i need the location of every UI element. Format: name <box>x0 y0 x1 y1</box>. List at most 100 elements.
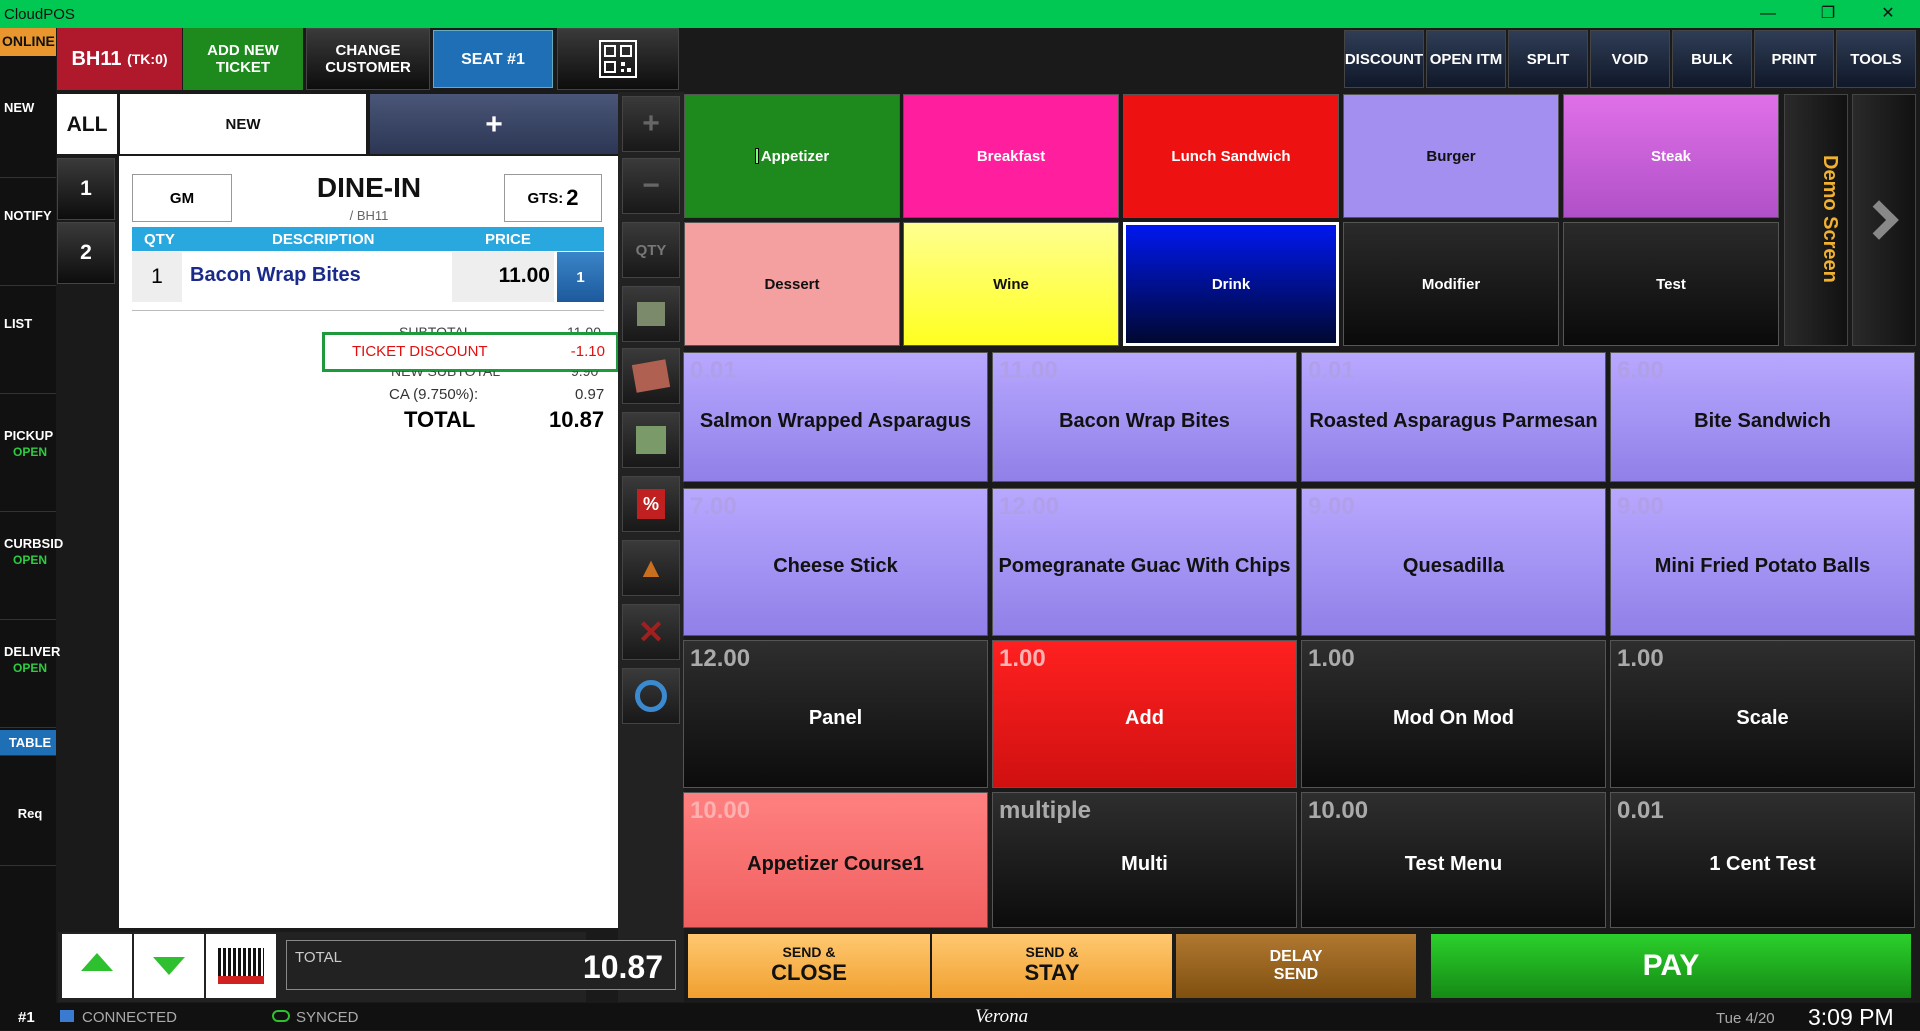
sidebar-item-req[interactable]: Req <box>0 776 56 866</box>
menu-item-bacon-wrap-bites[interactable]: 11.00 Bacon Wrap Bites <box>992 352 1297 482</box>
ticket-line-item[interactable]: 1 Bacon Wrap Bites 11.00 1 <box>132 252 604 302</box>
add-new-ticket-button[interactable]: ADD NEW TICKET <box>183 28 303 90</box>
close-window-button[interactable]: ✕ <box>1868 2 1908 26</box>
delay-send-bottom: SEND <box>1273 966 1319 983</box>
category-modifier[interactable]: Modifier <box>1343 222 1559 346</box>
sidebar-item-label: NOTIFY <box>4 208 52 223</box>
memo-button[interactable] <box>622 348 680 404</box>
tab-all[interactable]: ALL <box>57 94 117 154</box>
guests-button[interactable]: GTS: 2 <box>504 174 602 222</box>
menu-item-panel[interactable]: 12.00 Panel <box>683 640 988 788</box>
next-page-button[interactable] <box>1852 94 1916 346</box>
sidebar-item-table[interactable]: TABLE <box>0 730 56 756</box>
menu-item-test-menu[interactable]: 10.00 Test Menu <box>1301 792 1606 928</box>
scroll-down-button[interactable] <box>134 934 204 998</box>
category-dessert[interactable]: Dessert <box>684 222 900 346</box>
line-seat-badge[interactable]: 1 <box>557 252 604 302</box>
menu-item-multi[interactable]: multiple Multi <box>992 792 1297 928</box>
menu-item-quesadilla[interactable]: 9.00 Quesadilla <box>1301 488 1606 636</box>
sidebar-item-notify[interactable]: NOTIFY <box>0 208 56 286</box>
add-tab-button[interactable]: + <box>370 94 618 154</box>
scroll-up-button[interactable] <box>62 934 132 998</box>
order-type[interactable]: DINE-IN <box>269 172 469 204</box>
menu-item-name: Bacon Wrap Bites <box>1059 410 1230 432</box>
footer-total-label: TOTAL <box>295 949 342 966</box>
sidebar-item-pickup[interactable]: PICKUP OPEN <box>0 416 56 512</box>
menu-item-price: 1.00 <box>1617 645 1664 672</box>
refresh-button[interactable] <box>622 668 680 724</box>
category-test[interactable]: Test <box>1563 222 1779 346</box>
sidebar-item-delivery[interactable]: DELIVER OPEN <box>0 632 60 728</box>
server-button[interactable]: GM <box>132 174 232 222</box>
menu-item-bite-sandwich[interactable]: 6.00 Bite Sandwich <box>1610 352 1915 482</box>
menu-item-mod-on-mod[interactable]: 1.00 Mod On Mod <box>1301 640 1606 788</box>
column-price: PRICE <box>485 231 531 248</box>
send-close-button[interactable]: SEND & CLOSE <box>688 934 930 998</box>
footer-total-box: TOTAL 10.87 <box>286 940 676 990</box>
category-wine[interactable]: Wine <box>903 222 1119 346</box>
barcode-button[interactable] <box>206 934 276 998</box>
money-note-button[interactable] <box>622 412 680 468</box>
menu-item-pomegranate-guac-with-chips[interactable]: 12.00 Pomegranate Guac With Chips <box>992 488 1297 636</box>
category-drink[interactable]: Drink <box>1123 222 1339 346</box>
menu-item-scale[interactable]: 1.00 Scale <box>1610 640 1915 788</box>
restore-button[interactable]: ❐ <box>1808 2 1848 26</box>
sidebar-item-curbside[interactable]: CURBSID OPEN <box>0 524 63 620</box>
menu-item-salmon-wrapped-asparagus[interactable]: 0.01 Salmon Wrapped Asparagus <box>683 352 988 482</box>
qty-button[interactable]: QTY <box>622 222 680 278</box>
menu-item-price: 12.00 <box>690 645 751 672</box>
delay-send-button[interactable]: DELAY SEND <box>1176 934 1416 998</box>
sidebar-item-new[interactable]: NEW <box>0 100 56 178</box>
menu-item-add[interactable]: 1.00 Add <box>992 640 1297 788</box>
category-lunch-sandwich[interactable]: Lunch Sandwich <box>1123 94 1339 218</box>
gift-button[interactable] <box>622 286 680 342</box>
percent-off-button[interactable]: % <box>622 476 680 532</box>
menu-item-price: 1.00 <box>1308 645 1355 672</box>
category-steak[interactable]: Steak <box>1563 94 1779 218</box>
menu-item-appetizer-course1[interactable]: 10.00 Appetizer Course1 <box>683 792 988 928</box>
fire-button[interactable]: ▲ <box>622 540 680 596</box>
store-name: Verona <box>975 1006 1029 1027</box>
seat-button[interactable]: SEAT #1 <box>433 30 553 88</box>
menu-item-1-cent-test[interactable]: 0.01 1 Cent Test <box>1610 792 1915 928</box>
category-burger[interactable]: Burger <box>1343 94 1559 218</box>
demo-screen-button[interactable]: Demo Screen <box>1784 94 1848 346</box>
pay-button[interactable]: PAY <box>1431 934 1911 998</box>
tab-new[interactable]: NEW <box>120 94 366 154</box>
seat-2-button[interactable]: 2 <box>57 222 115 284</box>
open-item-button[interactable]: OPEN ITM <box>1426 30 1506 88</box>
sidebar-item-list[interactable]: LIST <box>0 316 56 394</box>
change-customer-button[interactable]: CHANGE CUSTOMER <box>306 28 430 90</box>
menu-item-price: 7.00 <box>690 493 737 520</box>
qr-code-button[interactable] <box>557 28 679 90</box>
ticket-id-button[interactable]: BH11 (TK:0) <box>57 28 182 90</box>
percent-off-icon: % <box>637 489 665 519</box>
menu-item-roasted-asparagus-parmesan[interactable]: 0.01 Roasted Asparagus Parmesan <box>1301 352 1606 482</box>
send-stay-button[interactable]: SEND & STAY <box>932 934 1172 998</box>
menu-item-name: Salmon Wrapped Asparagus <box>699 410 972 432</box>
sidebar-item-status: OPEN <box>12 661 47 675</box>
menu-item-price: 9.00 <box>1308 493 1355 520</box>
line-qty: 1 <box>132 252 182 302</box>
increase-qty-button[interactable]: + <box>622 96 680 152</box>
decrease-qty-button[interactable]: − <box>622 158 680 214</box>
category-breakfast[interactable]: Breakfast <box>903 94 1119 218</box>
bulk-button[interactable]: BULK <box>1672 30 1752 88</box>
discount-button[interactable]: DISCOUNT <box>1344 30 1424 88</box>
menu-item-cheese-stick[interactable]: 7.00 Cheese Stick <box>683 488 988 636</box>
ticket-discount-row[interactable]: TICKET DISCOUNT -1.10 <box>322 332 619 372</box>
ticket-table-header: QTY DESCRIPTION PRICE <box>132 227 604 251</box>
menu-item-name: Quesadilla <box>1402 555 1505 577</box>
order-subtitle: / BH11 <box>349 208 389 223</box>
split-button[interactable]: SPLIT <box>1508 30 1588 88</box>
print-button[interactable]: PRINT <box>1754 30 1834 88</box>
plus-icon: + <box>642 107 660 140</box>
tools-button[interactable]: TOOLS <box>1836 30 1916 88</box>
category-appetizer[interactable]: Appetizer <box>684 94 900 218</box>
x-icon: ✕ <box>637 614 665 650</box>
menu-item-mini-fried-potato-balls[interactable]: 9.00 Mini Fried Potato Balls <box>1610 488 1915 636</box>
void-button[interactable]: VOID <box>1590 30 1670 88</box>
minimize-button[interactable]: — <box>1748 2 1788 26</box>
seat-1-button[interactable]: 1 <box>57 158 115 220</box>
delete-button[interactable]: ✕ <box>622 604 680 660</box>
